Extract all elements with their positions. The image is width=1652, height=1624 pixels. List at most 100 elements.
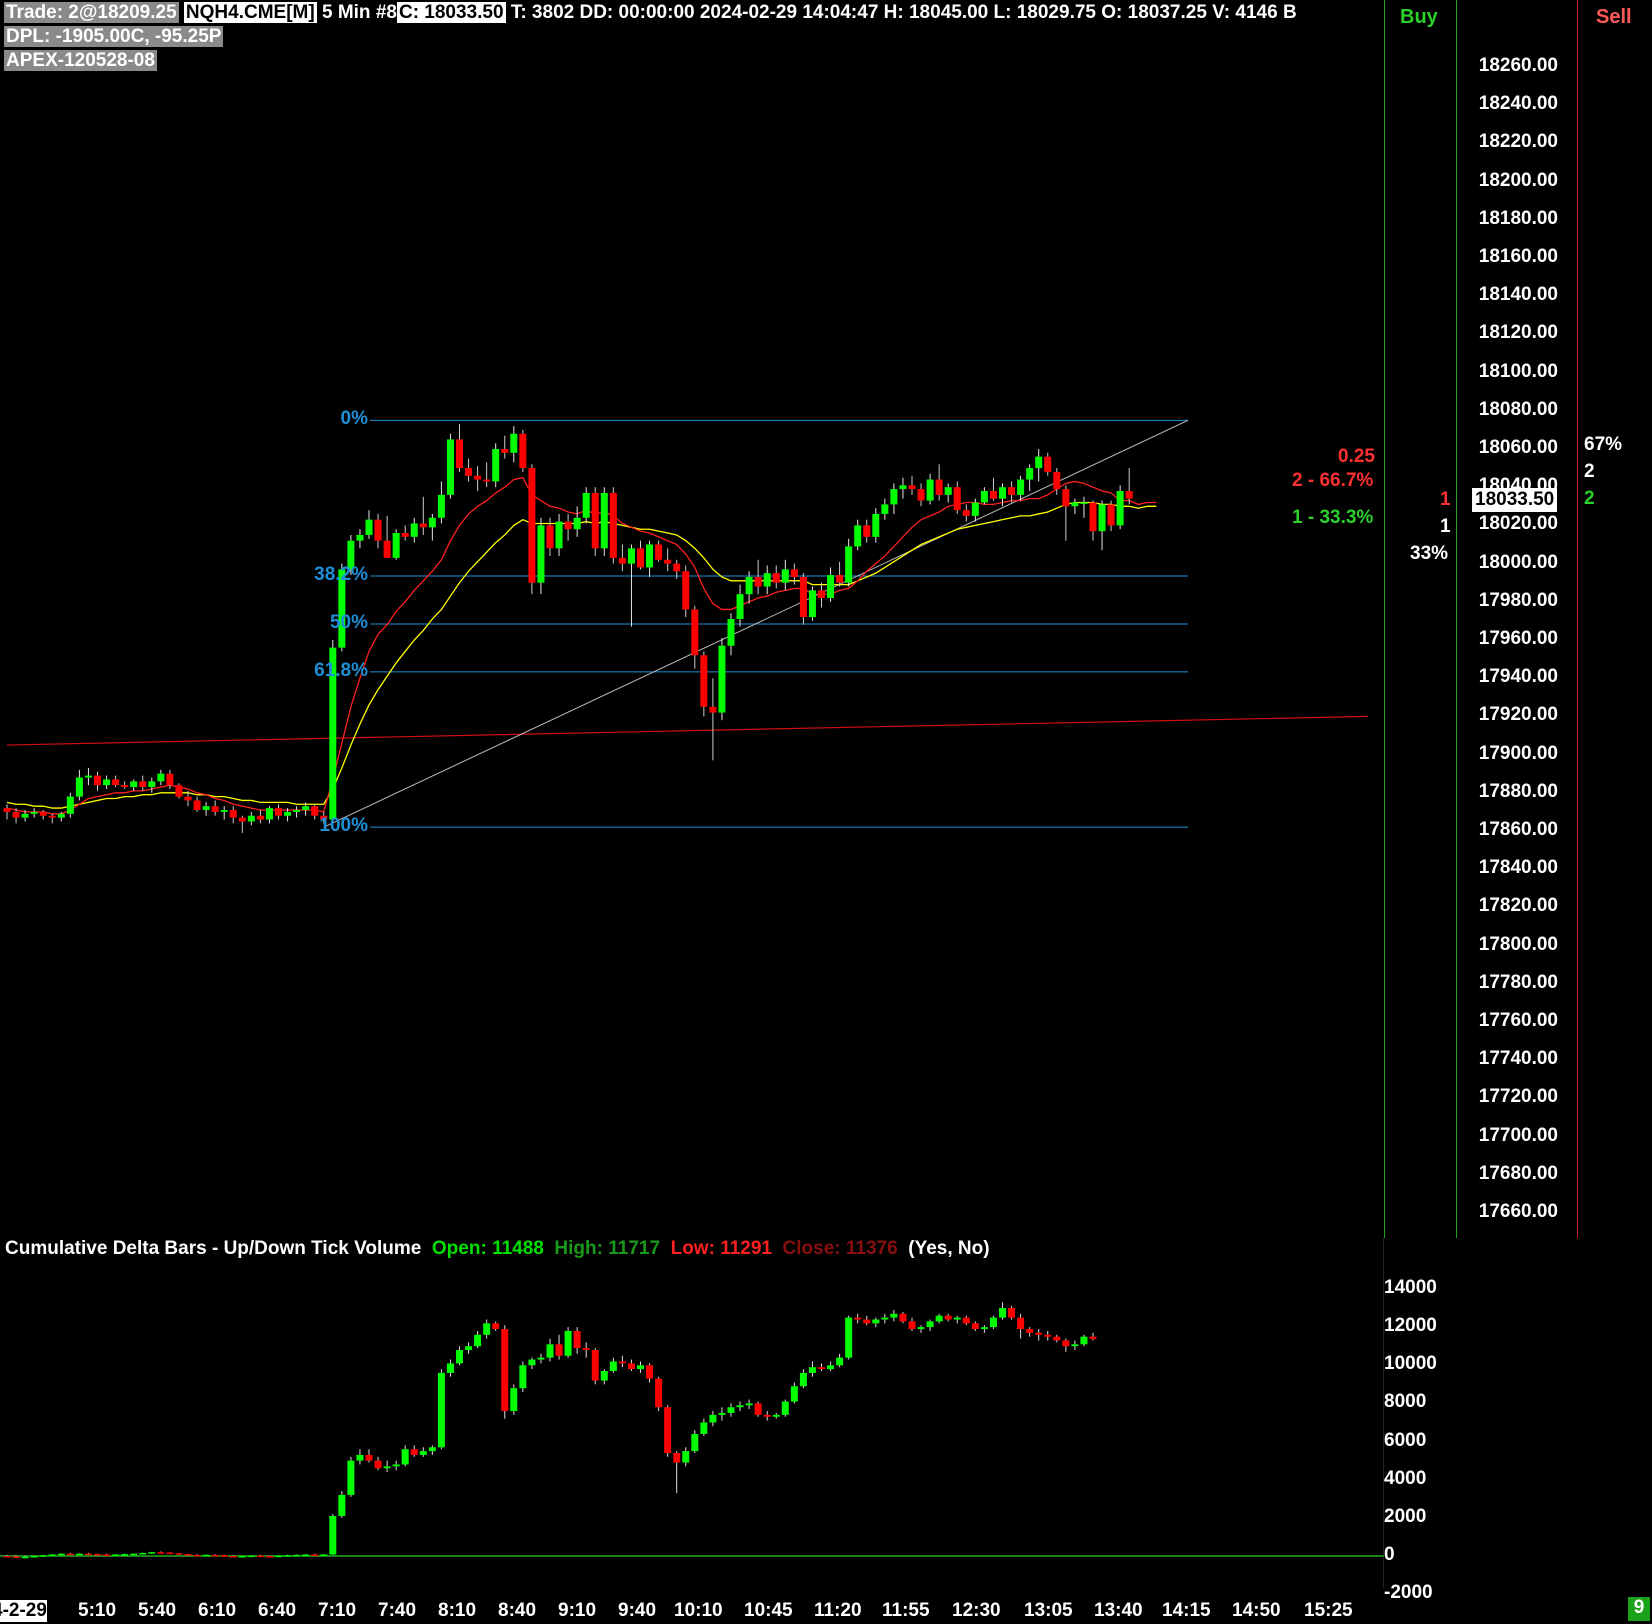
price-tick: 18020.00 <box>1478 513 1558 535</box>
price-chart[interactable] <box>0 0 1384 1238</box>
price-candle <box>75 769 83 801</box>
delta-candle <box>528 1357 536 1370</box>
delta-candle <box>935 1313 943 1324</box>
price-candle <box>211 800 219 816</box>
fib-label-1: 38.2% <box>314 564 368 585</box>
price-candle <box>808 586 816 621</box>
delta-candle <box>1044 1330 1052 1341</box>
price-candle <box>474 466 482 492</box>
delta-candle <box>184 1553 192 1556</box>
delta-candle <box>637 1361 644 1373</box>
price-candle <box>374 513 382 549</box>
price-candle <box>130 779 138 791</box>
buy-side-count: 1 <box>1440 516 1451 537</box>
delta-candle <box>284 1554 292 1557</box>
price-candle <box>519 429 527 472</box>
price-candle <box>66 792 74 818</box>
delta-candle <box>392 1460 400 1471</box>
trend-line[interactable] <box>6 715 1369 746</box>
price-tick: 17700.00 <box>1478 1124 1558 1146</box>
price-candle <box>627 544 635 627</box>
delta-tick: 4000 <box>1384 1467 1427 1489</box>
price-tick: 18100.00 <box>1478 360 1558 382</box>
time-tick: 8:40 <box>498 1600 537 1621</box>
price-candle <box>202 802 210 816</box>
ma-slow-line <box>6 501 1157 809</box>
ma-fast-line <box>6 476 1157 815</box>
time-tick: 5:10 <box>78 1600 117 1621</box>
price-tick: 17920.00 <box>1478 704 1558 726</box>
delta-candle <box>1062 1338 1070 1352</box>
price-candle <box>229 806 237 824</box>
price-tick: 18200.00 <box>1478 169 1558 191</box>
time-tick: 13:05 <box>1024 1600 1073 1621</box>
price-candle <box>772 565 780 589</box>
delta-candle <box>365 1449 373 1463</box>
price-candle <box>980 487 988 505</box>
price-candle <box>1107 500 1115 532</box>
fib-label-2: 50% <box>329 611 368 633</box>
price-candle <box>193 796 201 812</box>
price-candle <box>1062 485 1070 541</box>
delta-candle <box>501 1325 509 1419</box>
price-candle <box>392 529 400 560</box>
price-candle <box>854 519 862 551</box>
delta-candle <box>609 1357 617 1373</box>
delta-candle <box>600 1369 608 1385</box>
price-candle <box>700 651 708 717</box>
price-candle <box>655 540 663 562</box>
price-candle <box>908 475 916 495</box>
delta-candle <box>193 1554 201 1557</box>
delta-candle <box>736 1401 744 1412</box>
price-candle <box>48 813 56 824</box>
price-candle <box>1089 500 1097 541</box>
buy-header[interactable]: Buy <box>1400 6 1438 29</box>
delta-candle <box>338 1491 346 1518</box>
delta-candle <box>953 1315 961 1324</box>
time-tick: 4-2-29 <box>0 1600 47 1622</box>
delta-candle <box>673 1451 681 1494</box>
delta-candle <box>627 1359 635 1372</box>
price-tick: 18140.00 <box>1478 284 1558 306</box>
delta-candle <box>256 1554 264 1558</box>
price-tick: 18120.00 <box>1478 322 1558 344</box>
price-candle <box>754 559 762 595</box>
delta-candle <box>917 1325 925 1333</box>
delta-tick: 14000 <box>1384 1277 1437 1298</box>
price-candle <box>383 515 391 558</box>
delta-candle <box>808 1361 816 1377</box>
price-candle <box>582 487 590 524</box>
delta-candle <box>582 1342 590 1358</box>
order-buy-label[interactable]: 1 - 33.3% <box>1292 507 1373 529</box>
price-candle <box>845 538 853 587</box>
price-candle <box>256 809 264 824</box>
delta-tick: -2000 <box>1384 1582 1433 1604</box>
price-candle <box>139 775 147 791</box>
delta-candle <box>890 1309 898 1322</box>
time-tick: 7:10 <box>318 1600 357 1621</box>
delta-chart[interactable] <box>0 1238 1384 1588</box>
price-candle <box>664 548 672 572</box>
price-candle <box>682 565 690 618</box>
order-sell-label[interactable]: 2 - 66.7% <box>1292 470 1373 492</box>
time-tick: 11:55 <box>882 1600 930 1621</box>
price-candle <box>1044 452 1052 476</box>
delta-candle <box>591 1348 599 1385</box>
delta-candle <box>618 1355 626 1368</box>
price-tick: 17860.00 <box>1478 819 1558 840</box>
price-tick: 17800.00 <box>1478 933 1558 955</box>
delta-candle <box>818 1363 825 1372</box>
price-candle <box>917 483 925 507</box>
delta-candle <box>356 1449 364 1465</box>
status-badge[interactable]: 9 <box>1628 1597 1650 1621</box>
delta-candle <box>546 1338 554 1362</box>
delta-candle <box>944 1313 952 1322</box>
price-candle <box>537 517 545 595</box>
price-candle <box>944 483 952 503</box>
delta-candle <box>446 1359 454 1377</box>
sell-header[interactable]: Sell <box>1596 6 1632 29</box>
delta-tick: 12000 <box>1384 1315 1437 1337</box>
price-tick: 17900.00 <box>1478 742 1558 764</box>
delta-candle <box>727 1403 735 1417</box>
time-tick: 14:50 <box>1232 1600 1281 1621</box>
